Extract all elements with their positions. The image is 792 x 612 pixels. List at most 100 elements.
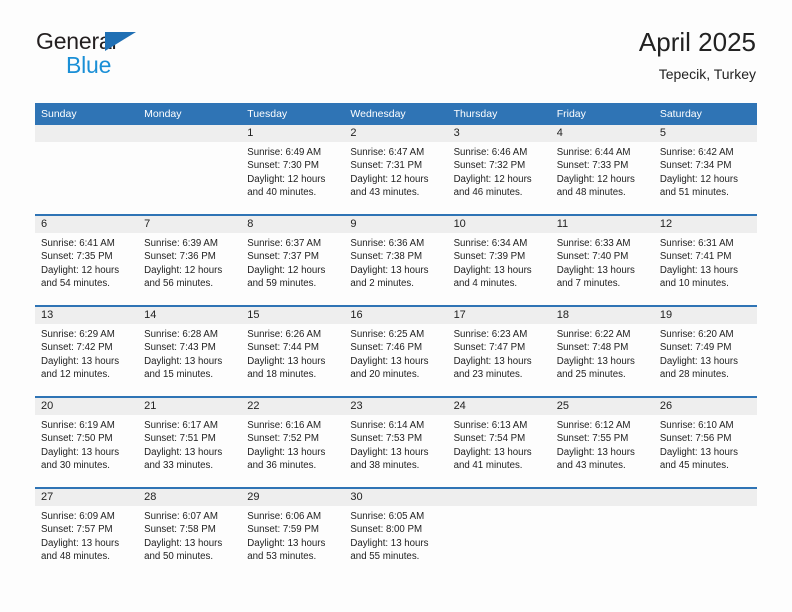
day-number: 2 bbox=[344, 125, 448, 142]
sunset-text: Sunset: 7:57 PM bbox=[41, 524, 113, 536]
sunset-text: Sunset: 7:46 PM bbox=[350, 342, 423, 354]
daylight-text-line1: Daylight: 12 hours bbox=[556, 173, 635, 185]
calendar-day-cell[interactable]: 5 Sunrise: 6:42 AM Sunset: 7:34 PM Daylight… bbox=[653, 125, 757, 215]
daylight-text-line1: Daylight: 13 hours bbox=[453, 264, 532, 276]
daylight-text-line2: and 38 minutes. bbox=[350, 459, 420, 471]
sunrise-text: Sunrise: 6:12 AM bbox=[556, 420, 631, 431]
calendar-day-cell[interactable]: 14 Sunrise: 6:28 AM Sunset: 7:43 PM Dayligh… bbox=[138, 305, 242, 397]
daylight-text-line2: and 36 minutes. bbox=[247, 459, 317, 471]
calendar-day-cell[interactable]: 7 Sunrise: 6:39 AM Sunset: 7:36 PM Daylight… bbox=[138, 214, 242, 306]
sunrise-text: Sunrise: 6:07 AM bbox=[144, 511, 218, 522]
sunrise-text: Sunrise: 6:49 AM bbox=[247, 147, 322, 158]
sunset-text: Sunset: 7:49 PM bbox=[659, 342, 732, 354]
daylight-text-line1: Daylight: 13 hours bbox=[350, 264, 429, 276]
sunset-text: Sunset: 7:39 PM bbox=[453, 251, 526, 263]
day-number: 21 bbox=[138, 398, 242, 415]
day-details: Sunrise: 6:29 AM Sunset: 7:42 PM Daylight:… bbox=[35, 324, 138, 381]
calendar-day-cell[interactable]: 29 Sunrise: 6:06 AM Sunset: 7:59 PM Dayligh… bbox=[241, 487, 345, 578]
weekday-header-saturday: Saturday bbox=[653, 103, 757, 125]
day-cell-inner: 27 Sunrise: 6:09 AM Sunset: 7:57 PM Dayligh… bbox=[35, 489, 139, 578]
calendar-day-cell[interactable]: 13 Sunrise: 6:29 AM Sunset: 7:42 PM Dayligh… bbox=[35, 305, 139, 397]
daylight-text-line1: Daylight: 12 hours bbox=[41, 264, 120, 276]
sunset-text: Sunset: 7:36 PM bbox=[144, 251, 216, 263]
day-cell-inner: 18 Sunrise: 6:22 AM Sunset: 7:48 PM Dayligh… bbox=[550, 307, 654, 396]
calendar-day-cell[interactable]: 9 Sunrise: 6:36 AM Sunset: 7:38 PM Daylight… bbox=[344, 214, 448, 306]
day-details: Sunrise: 6:23 AM Sunset: 7:47 PM Daylight:… bbox=[448, 324, 551, 381]
daylight-text-line1: Daylight: 13 hours bbox=[659, 446, 738, 458]
day-number: 9 bbox=[344, 216, 448, 233]
daylight-text-line1: Daylight: 12 hours bbox=[247, 264, 326, 276]
day-details: Sunrise: 6:37 AM Sunset: 7:37 PM Daylight:… bbox=[241, 233, 344, 290]
day-cell-inner: 28 Sunrise: 6:07 AM Sunset: 7:58 PM Dayligh… bbox=[138, 489, 242, 578]
calendar-week-row: 27 Sunrise: 6:09 AM Sunset: 7:57 PM Dayligh… bbox=[35, 487, 757, 578]
daylight-text-line1: Daylight: 13 hours bbox=[453, 446, 532, 458]
daylight-text-line1: Daylight: 13 hours bbox=[350, 355, 429, 367]
sunrise-text: Sunrise: 6:46 AM bbox=[453, 147, 528, 158]
day-cell-inner: 25 Sunrise: 6:12 AM Sunset: 7:55 PM Dayligh… bbox=[550, 398, 654, 487]
day-cell-inner: 23 Sunrise: 6:14 AM Sunset: 7:53 PM Dayligh… bbox=[344, 398, 448, 487]
day-number bbox=[447, 489, 551, 506]
calendar-day-cell[interactable]: 10 Sunrise: 6:34 AM Sunset: 7:39 PM Dayligh… bbox=[447, 214, 551, 306]
sunset-text: Sunset: 7:50 PM bbox=[41, 433, 113, 445]
day-cell-inner: 5 Sunrise: 6:42 AM Sunset: 7:34 PM Daylight… bbox=[653, 125, 757, 214]
sunrise-text: Sunrise: 6:26 AM bbox=[247, 329, 322, 340]
sunset-text: Sunset: 7:51 PM bbox=[144, 433, 216, 445]
daylight-text-line1: Daylight: 13 hours bbox=[350, 537, 429, 549]
sunrise-text: Sunrise: 6:06 AM bbox=[247, 511, 322, 522]
daylight-text-line2: and 7 minutes. bbox=[556, 277, 621, 289]
calendar-day-cell[interactable]: 17 Sunrise: 6:23 AM Sunset: 7:47 PM Dayligh… bbox=[447, 305, 551, 397]
calendar-day-cell[interactable]: 6 Sunrise: 6:41 AM Sunset: 7:35 PM Daylight… bbox=[35, 214, 139, 306]
calendar-day-cell[interactable]: 4 Sunrise: 6:44 AM Sunset: 7:33 PM Daylight… bbox=[550, 125, 654, 215]
day-details bbox=[551, 506, 654, 510]
weekday-header-sunday: Sunday bbox=[35, 103, 139, 125]
sunset-text: Sunset: 7:53 PM bbox=[350, 433, 423, 445]
sunset-text: Sunset: 7:40 PM bbox=[556, 251, 629, 263]
day-number: 20 bbox=[35, 398, 139, 415]
calendar-day-cell[interactable]: 16 Sunrise: 6:25 AM Sunset: 7:46 PM Dayligh… bbox=[344, 305, 448, 397]
calendar-day-cell[interactable]: 30 Sunrise: 6:05 AM Sunset: 8:00 PM Dayligh… bbox=[344, 487, 448, 578]
calendar-empty-cell bbox=[35, 125, 139, 215]
daylight-text-line2: and 18 minutes. bbox=[247, 368, 317, 380]
calendar-day-cell[interactable]: 24 Sunrise: 6:13 AM Sunset: 7:54 PM Dayligh… bbox=[447, 396, 551, 488]
calendar-body: 1 Sunrise: 6:49 AM Sunset: 7:30 PM Daylight… bbox=[35, 125, 757, 578]
general-blue-logo[interactable]: General Blue bbox=[36, 28, 236, 84]
calendar-empty-cell bbox=[138, 125, 242, 215]
calendar-day-cell[interactable]: 15 Sunrise: 6:26 AM Sunset: 7:44 PM Dayligh… bbox=[241, 305, 345, 397]
calendar-day-cell[interactable]: 12 Sunrise: 6:31 AM Sunset: 7:41 PM Dayligh… bbox=[653, 214, 757, 306]
daylight-text-line1: Daylight: 13 hours bbox=[144, 537, 223, 549]
calendar-day-cell[interactable]: 28 Sunrise: 6:07 AM Sunset: 7:58 PM Dayligh… bbox=[138, 487, 242, 578]
calendar-day-cell[interactable]: 26 Sunrise: 6:10 AM Sunset: 7:56 PM Dayligh… bbox=[653, 396, 757, 488]
sunset-text: Sunset: 7:56 PM bbox=[659, 433, 732, 445]
day-number: 15 bbox=[241, 307, 345, 324]
sunrise-text: Sunrise: 6:05 AM bbox=[350, 511, 425, 522]
day-cell-inner: 1 Sunrise: 6:49 AM Sunset: 7:30 PM Daylight… bbox=[241, 125, 345, 214]
daylight-text-line2: and 20 minutes. bbox=[350, 368, 420, 380]
day-number: 26 bbox=[653, 398, 757, 415]
day-details: Sunrise: 6:07 AM Sunset: 7:58 PM Daylight:… bbox=[138, 506, 241, 563]
calendar-day-cell[interactable]: 25 Sunrise: 6:12 AM Sunset: 7:55 PM Dayligh… bbox=[550, 396, 654, 488]
calendar-day-cell[interactable]: 20 Sunrise: 6:19 AM Sunset: 7:50 PM Dayligh… bbox=[35, 396, 139, 488]
day-cell-inner: 4 Sunrise: 6:44 AM Sunset: 7:33 PM Daylight… bbox=[550, 125, 654, 214]
calendar-day-cell[interactable]: 8 Sunrise: 6:37 AM Sunset: 7:37 PM Daylight… bbox=[241, 214, 345, 306]
sunset-text: Sunset: 7:59 PM bbox=[247, 524, 319, 536]
day-details: Sunrise: 6:25 AM Sunset: 7:46 PM Daylight:… bbox=[344, 324, 447, 381]
day-number bbox=[138, 125, 242, 142]
daylight-text-line2: and 33 minutes. bbox=[144, 459, 214, 471]
calendar-day-cell[interactable]: 3 Sunrise: 6:46 AM Sunset: 7:32 PM Daylight… bbox=[447, 125, 551, 215]
calendar-day-cell[interactable]: 23 Sunrise: 6:14 AM Sunset: 7:53 PM Dayligh… bbox=[344, 396, 448, 488]
calendar-day-cell[interactable]: 22 Sunrise: 6:16 AM Sunset: 7:52 PM Dayligh… bbox=[241, 396, 345, 488]
calendar-day-cell[interactable]: 11 Sunrise: 6:33 AM Sunset: 7:40 PM Dayligh… bbox=[550, 214, 654, 306]
calendar-day-cell[interactable]: 27 Sunrise: 6:09 AM Sunset: 7:57 PM Dayligh… bbox=[35, 487, 139, 578]
day-details: Sunrise: 6:09 AM Sunset: 7:57 PM Daylight:… bbox=[35, 506, 138, 563]
calendar-day-cell[interactable]: 19 Sunrise: 6:20 AM Sunset: 7:49 PM Dayligh… bbox=[653, 305, 757, 397]
calendar-day-cell[interactable]: 18 Sunrise: 6:22 AM Sunset: 7:48 PM Dayligh… bbox=[550, 305, 654, 397]
day-number: 28 bbox=[138, 489, 242, 506]
calendar-day-cell[interactable]: 2 Sunrise: 6:47 AM Sunset: 7:31 PM Daylight… bbox=[344, 125, 448, 215]
sunset-text: Sunset: 7:48 PM bbox=[556, 342, 629, 354]
sunrise-text: Sunrise: 6:31 AM bbox=[659, 238, 734, 249]
sunrise-text: Sunrise: 6:09 AM bbox=[41, 511, 115, 522]
sunrise-text: Sunrise: 6:25 AM bbox=[350, 329, 425, 340]
calendar-day-cell[interactable]: 1 Sunrise: 6:49 AM Sunset: 7:30 PM Daylight… bbox=[241, 125, 345, 215]
sunrise-text: Sunrise: 6:47 AM bbox=[350, 147, 425, 158]
calendar-day-cell[interactable]: 21 Sunrise: 6:17 AM Sunset: 7:51 PM Dayligh… bbox=[138, 396, 242, 488]
